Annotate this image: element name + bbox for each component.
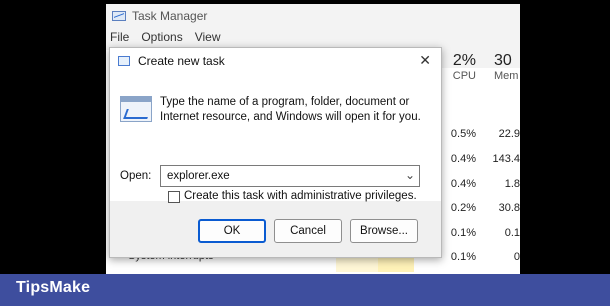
dialog-title: Create new task <box>138 54 225 68</box>
task-manager-icon <box>112 11 126 21</box>
cpu-cell: 0.2% <box>450 202 476 214</box>
menu-view[interactable]: View <box>195 30 221 48</box>
task-manager-menubar: File Options View <box>106 30 221 48</box>
cpu-cell: 0.5% <box>450 128 476 140</box>
memory-total: 30 <box>494 52 512 69</box>
memory-cell: 0 <box>513 251 520 263</box>
menu-file[interactable]: File <box>110 30 129 48</box>
memory-cell: 22.9 <box>498 128 520 140</box>
memory-cell: 0.1 <box>504 227 520 239</box>
create-new-task-dialog: Create new task ✕ Type the name of a pro… <box>109 47 442 258</box>
brand-logo: TipsMake <box>16 279 91 296</box>
open-input[interactable]: explorer.exe ⌄ <box>160 165 420 187</box>
cpu-total: 2% <box>452 52 476 69</box>
dialog-description: Type the name of a program, folder, docu… <box>160 96 421 123</box>
cpu-cell: 0.1% <box>450 251 476 263</box>
task-manager-titlebar: Task Manager <box>106 4 520 28</box>
browse-button[interactable]: Browse... <box>350 219 418 243</box>
screenshot-frame: Task Manager File Options View System in… <box>0 0 610 306</box>
admin-privileges-checkbox[interactable] <box>168 191 180 203</box>
admin-privileges-label[interactable]: Create this task with administrative pri… <box>184 190 417 202</box>
memory-column-header[interactable]: 30 Mem <box>494 52 520 82</box>
memory-cell: 143.4 <box>492 153 520 165</box>
chevron-down-icon[interactable]: ⌄ <box>405 168 415 182</box>
close-icon[interactable]: ✕ <box>419 52 431 69</box>
dialog-body: Type the name of a program, folder, docu… <box>110 74 441 203</box>
menu-options[interactable]: Options <box>141 30 182 48</box>
run-window-icon <box>118 56 130 66</box>
task-manager-title: Task Manager <box>132 9 208 23</box>
ok-button[interactable]: OK <box>198 219 266 243</box>
cpu-cell: 0.4% <box>450 178 476 190</box>
cpu-cell: 0.1% <box>450 227 476 239</box>
cpu-cell: 0.4% <box>450 153 476 165</box>
open-input-value: explorer.exe <box>167 170 230 182</box>
cancel-button[interactable]: Cancel <box>274 219 342 243</box>
watermark-bar: TipsMake <box>0 274 610 306</box>
dialog-titlebar: Create new task ✕ <box>110 48 441 74</box>
memory-header-label: Mem <box>494 70 519 82</box>
memory-cell: 1.8 <box>504 178 520 190</box>
cpu-header-label: CPU <box>452 70 476 82</box>
open-label: Open: <box>120 170 152 182</box>
memory-cell: 30.8 <box>498 202 520 214</box>
run-program-icon <box>120 96 152 122</box>
cpu-column-header[interactable]: 2% CPU <box>446 52 476 82</box>
